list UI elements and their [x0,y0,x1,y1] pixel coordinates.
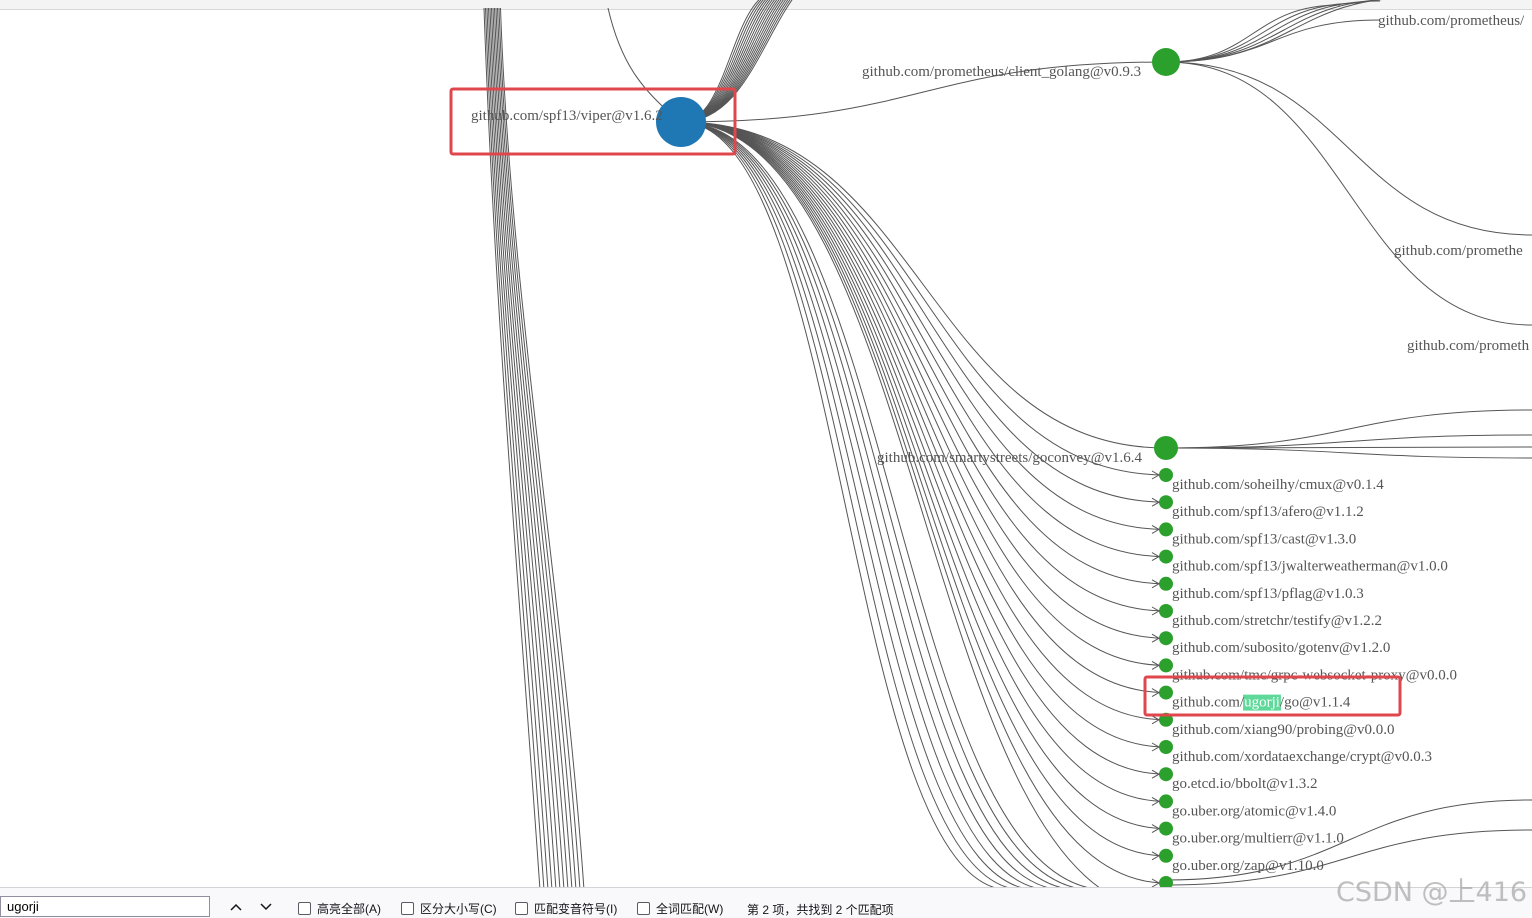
leaf-node [1159,848,1173,863]
leaf-label: github.com/spf13/pflag@v1.0.3 [1172,586,1364,602]
leaf-label: github.com/spf13/afero@v1.1.2 [1172,504,1364,520]
graph-edge [680,0,778,123]
graph-edge [680,0,773,123]
graph-edge [491,7,561,887]
label-prefix: github.com/ [1172,695,1245,711]
graph-edge [680,121,1035,887]
graph-edge [680,121,1167,449]
graph-edge [1165,61,1532,236]
graph-edge [497,7,577,887]
graph-edge [680,121,1167,639]
graph-edge [680,121,1167,884]
leaf-node [1159,740,1173,754]
graph-edge [680,121,1075,887]
leaf-label: github.com/tmc/grpc-websocket-proxy@v0.0… [1172,667,1457,683]
graph-edge [1165,0,1384,63]
graph-edge [680,121,1167,830]
checkbox-box [401,902,414,915]
root-label: github.com/spf13/viper@v1.6.2 [471,108,663,124]
graph-edge [680,121,1167,558]
graph-edge [680,121,1062,887]
leaf-label: github.com/soheilhy/cmux@v0.1.4 [1172,477,1384,493]
find-bar: 高亮全部(A) 区分大小写(C) 匹配变音符号(I) 全词匹配(W) 第 2 项… [0,887,1532,918]
leaf-node [1159,821,1173,836]
leaf-label: go.etcd.io/bbolt@v1.3.2 [1172,776,1317,792]
leaf-label: github.com/xiang90/probing@v0.0.0 [1172,722,1395,738]
leaf-node [1159,604,1173,618]
chevron-up-icon [230,903,242,911]
find-match-text: ugorji [1244,695,1280,711]
match-case-checkbox[interactable]: 区分大小写(C) [401,900,497,917]
leaf-node [1159,767,1173,782]
chevron-down-icon [260,903,272,911]
graph-edge [680,121,1167,748]
leaf-node [1159,685,1173,700]
leaf-node [1159,794,1173,809]
leaf-node [1159,549,1173,564]
leaf-node [1159,522,1173,537]
module-node [1152,48,1180,76]
match-diacritics-label: 匹配变音符号(I) [534,902,618,916]
module-node [1154,436,1178,460]
module-label: github.com/prometh [1407,338,1530,354]
graph-edge [680,121,1167,721]
checkbox-box [298,902,311,915]
graph-edge [492,7,565,887]
graph-labels: github.com/spf13/viper@v1.6.2 github.com/… [471,13,1530,887]
graph-nodes [656,48,1180,887]
graph-edge [1165,409,1532,449]
graph-edge [1165,0,1381,63]
watermark: CSDN @上416 [1336,877,1528,908]
graph-edge [680,121,1167,775]
label-suffix: /go@v1.1.4 [1280,695,1351,711]
leaf-label-match: github.com/ugorji/go@v1.1.4 [1172,695,1351,711]
leaf-node [1159,876,1173,887]
leaf-label: go.uber.org/zap@v1.10.0 [1172,858,1324,874]
leaf-label: github.com/spf13/jwalterweatherman@v1.0.… [1172,559,1448,575]
leaf-label: github.com/subosito/gotenv@v1.2.0 [1172,640,1390,656]
leaf-node [1159,658,1173,673]
graph-edge [1165,447,1532,459]
whole-words-label: 全词匹配(W) [656,902,724,916]
module-label: github.com/promethe [1394,243,1523,259]
root-node [656,97,706,147]
highlight-all-checkbox[interactable]: 高亮全部(A) [298,900,381,917]
graph-edge [680,121,1089,887]
match-diacritics-checkbox[interactable]: 匹配变音符号(I) [515,900,617,917]
leaf-node [1159,495,1173,510]
graph-edge [680,0,771,123]
checkbox-box [515,902,528,915]
graph-edge [1165,0,1381,63]
graph-edge [1165,4,1341,63]
checkbox-box [637,902,650,915]
match-case-label: 区分大小写(C) [420,902,497,916]
graph-edge [494,7,569,887]
highlight-all-label: 高亮全部(A) [317,902,381,916]
leaf-label: github.com/stretchr/testify@v1.2.2 [1172,613,1382,629]
find-next-button[interactable] [256,898,276,916]
leaf-node [1159,468,1173,482]
dependency-graph: github.com/spf13/viper@v1.6.2 github.com/… [449,0,1532,887]
module-label: github.com/prometheus/client_golang@v0.9… [862,64,1141,80]
leaf-label: github.com/xordataexchange/crypt@v0.0.3 [1172,749,1432,765]
whole-words-checkbox[interactable]: 全词匹配(W) [637,900,723,917]
graph-edge [1165,61,1532,326]
leaf-label: github.com/spf13/cast@v1.3.0 [1172,531,1356,547]
leaf-label: go.uber.org/multierr@v1.1.0 [1172,831,1344,847]
find-input[interactable] [0,896,210,917]
module-label: github.com/smartystreets/goconvey@v1.6.4 [877,450,1143,466]
leaf-node [1159,631,1173,646]
find-previous-button[interactable] [226,898,246,916]
graph-edge [680,121,1167,666]
graph-edge [680,121,1022,887]
graph-edge [680,0,793,123]
leaf-node [1159,576,1173,591]
graph-edge [1165,434,1532,449]
module-label: github.com/prometheus/ [1378,13,1525,29]
graph-edge [680,121,1167,612]
leaf-label: go.uber.org/atomic@v1.4.0 [1172,803,1336,819]
find-status: 第 2 项，共找到 2 个匹配项 [747,903,894,917]
